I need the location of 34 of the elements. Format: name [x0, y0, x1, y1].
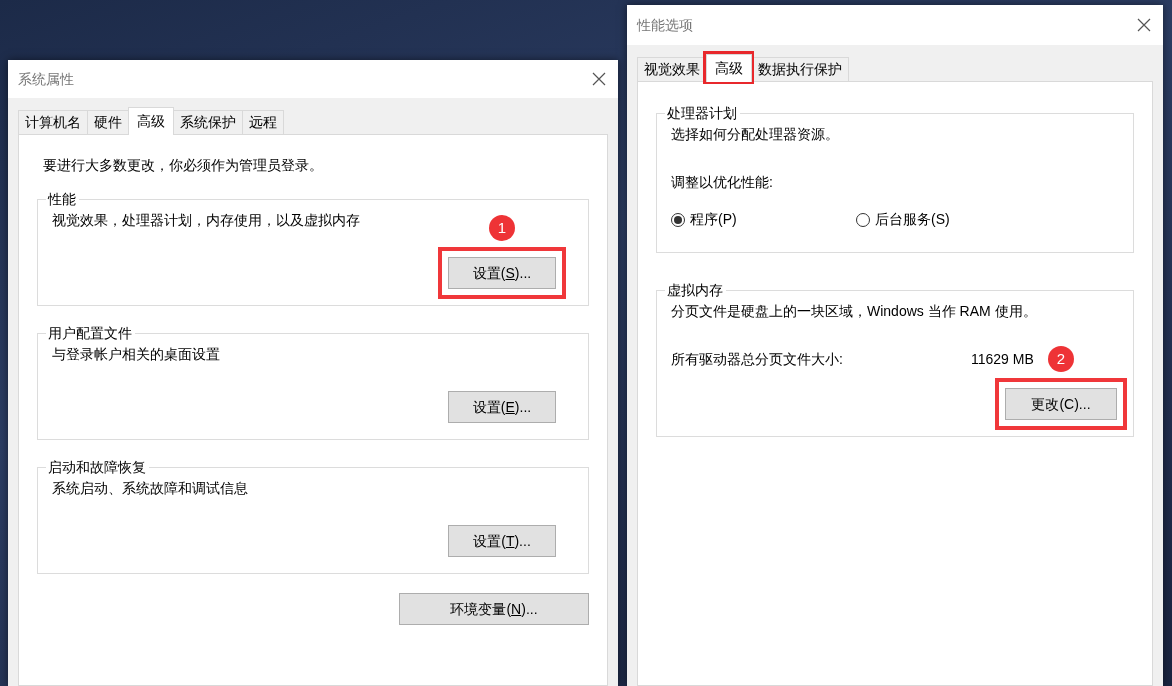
group-description: 与登录帐户相关的桌面设置	[52, 346, 220, 362]
size-label: 所有驱动器总分页文件大小:	[671, 350, 844, 369]
group-title: 用户配置文件	[47, 326, 133, 340]
option-label: 程序(P)	[690, 210, 737, 229]
radio-button[interactable]	[856, 212, 870, 227]
settings-button[interactable]: 设置(T)...	[448, 525, 556, 557]
window-title: 系统属性	[18, 69, 74, 89]
prompt-text: 调整以优化性能:	[671, 173, 774, 192]
radio-button[interactable]	[671, 212, 685, 227]
step-number-badge: 2	[1048, 346, 1074, 372]
option-label: 后台服务(S)	[875, 210, 950, 229]
group-description: 系统启动、系统故障和调试信息	[52, 480, 248, 496]
settings-button[interactable]: 环境变量(N)...	[399, 593, 589, 625]
group-title: 处理器计划	[666, 106, 738, 120]
tab[interactable]: 高级	[128, 107, 174, 135]
tab[interactable]: 远程	[242, 110, 284, 134]
close-icon[interactable]	[1137, 18, 1151, 32]
size-value: 11629 MB	[971, 350, 1034, 369]
tab[interactable]: 高级	[706, 54, 752, 82]
group-title: 虚拟内存	[666, 283, 724, 297]
group-title: 启动和故障恢复	[47, 460, 147, 474]
close-icon[interactable]	[592, 72, 606, 86]
window-title: 性能选项	[637, 15, 693, 35]
notice-text: 要进行大多数更改，你必须作为管理员登录。	[42, 156, 324, 175]
step-number-badge: 1	[489, 215, 515, 241]
settings-button[interactable]: 设置(E)...	[448, 391, 556, 423]
group-description: 选择如何分配处理器资源。	[671, 126, 839, 142]
group-description: 分页文件是硬盘上的一块区域，Windows 当作 RAM 使用。	[671, 303, 1037, 319]
settings-button[interactable]: 设置(S)...	[448, 257, 556, 289]
group-title: 性能	[46, 192, 77, 206]
group-description: 视觉效果，处理器计划，内存使用，以及虚拟内存	[52, 212, 360, 228]
tab[interactable]: 计算机名	[18, 110, 88, 134]
settings-button[interactable]: 更改(C)...	[1005, 388, 1117, 420]
tab[interactable]: 数据执行保护	[751, 57, 849, 81]
